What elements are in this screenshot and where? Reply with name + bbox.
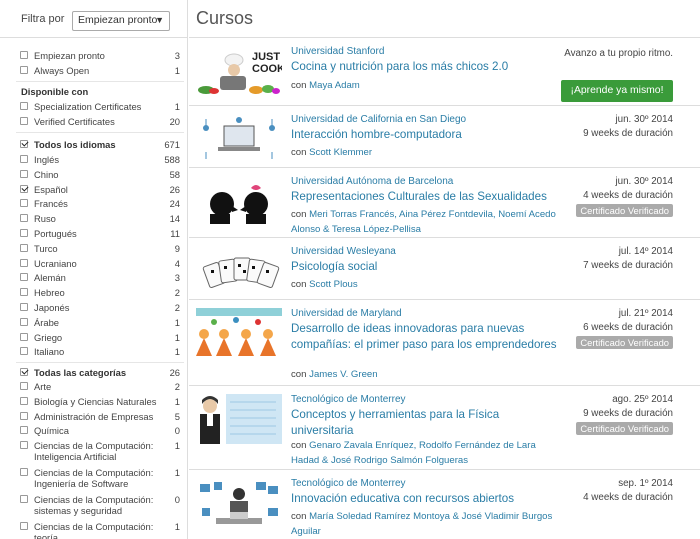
course-card-2: Universidad Autónoma de Barcelona Repres… xyxy=(189,168,700,238)
course-card-5: Tecnológico de Monterrey Conceptos y her… xyxy=(189,386,700,470)
courses-main: Cursos JUST COOK Universidad Stanford Co… xyxy=(189,0,700,539)
course-thumbnail[interactable] xyxy=(196,246,282,296)
course-instructors: con Genaro Zavala Enríquez, Rodolfo Fern… xyxy=(291,440,536,466)
course-university[interactable]: Universidad de California en San Diego xyxy=(291,114,466,125)
course-university[interactable]: Universidad Stanford xyxy=(291,46,384,57)
checkbox[interactable] xyxy=(20,117,28,125)
course-title[interactable]: Cocina y nutrición para los más chicos 2… xyxy=(291,59,561,75)
course-instructors: con Meri Torras Francés, Aina Pérez Font… xyxy=(291,209,556,235)
course-duration: 4 weeks de duración xyxy=(583,492,673,503)
course-start-date: sep. 1º 2014 xyxy=(618,478,673,489)
main-titlebar: Cursos xyxy=(189,0,700,38)
checkbox[interactable] xyxy=(20,332,28,341)
checkbox[interactable] xyxy=(20,258,28,267)
course-title[interactable]: Innovación educativa con recursos abiert… xyxy=(291,491,561,507)
course-card-0: JUST COOK Universidad Stanford Cocina y … xyxy=(189,38,700,106)
course-start-date: jun. 30º 2014 xyxy=(615,176,673,187)
checkbox[interactable] xyxy=(20,317,28,326)
course-duration: 6 weeks de duración xyxy=(583,322,673,333)
course-university[interactable]: Tecnológico de Monterrey xyxy=(291,478,406,489)
divider xyxy=(16,132,184,133)
checkbox[interactable] xyxy=(20,426,28,435)
course-duration: 9 weeks de duración xyxy=(583,408,673,419)
course-instructors: con James V. Green xyxy=(291,369,378,380)
checkbox[interactable] xyxy=(20,199,28,208)
course-thumbnail[interactable] xyxy=(196,478,282,528)
page-title: Cursos xyxy=(196,8,254,28)
checkbox[interactable] xyxy=(20,273,28,282)
course-start-date: jul. 21º 2014 xyxy=(618,308,673,319)
course-university[interactable]: Universidad Wesleyana xyxy=(291,246,396,257)
enroll-button[interactable]: ¡Aprende ya mismo! xyxy=(561,80,673,102)
course-instructors: con María Soledad Ramírez Montoya & José… xyxy=(291,511,553,537)
course-availability: Avanzo a tu propio ritmo. xyxy=(564,48,673,59)
filter-sidebar: Filtra por Empiezan pronto ▼ Empiezan pr… xyxy=(0,0,188,539)
checkbox[interactable] xyxy=(20,382,28,390)
thumb-text-just: JUST xyxy=(252,51,280,63)
course-instructors: con Scott Klemmer xyxy=(291,147,373,158)
course-thumbnail[interactable] xyxy=(196,114,282,164)
checkbox[interactable] xyxy=(20,411,28,420)
course-university[interactable]: Universidad Autónoma de Barcelona xyxy=(291,176,453,187)
checkbox[interactable] xyxy=(20,169,28,178)
divider xyxy=(16,362,184,363)
checkbox[interactable] xyxy=(20,468,28,477)
course-duration: 9 weeks de duración xyxy=(583,128,673,139)
checkbox[interactable] xyxy=(20,495,28,504)
checkbox[interactable] xyxy=(20,140,28,148)
course-start-date: jul. 14º 2014 xyxy=(618,246,673,257)
course-start-date: ago. 25º 2014 xyxy=(612,394,673,405)
course-thumbnail[interactable] xyxy=(196,308,282,358)
checkbox[interactable] xyxy=(20,184,28,193)
course-title[interactable]: Desarrollo de ideas innovadoras para nue… xyxy=(291,321,561,353)
checkbox[interactable] xyxy=(20,51,28,59)
checkbox[interactable] xyxy=(20,396,28,405)
verified-certificate-badge: Certificado Verificado xyxy=(576,336,673,349)
filter-select-value: Empiezan pronto xyxy=(78,14,158,26)
checkbox[interactable] xyxy=(20,522,28,531)
checkbox[interactable] xyxy=(20,347,28,356)
course-thumbnail[interactable] xyxy=(196,394,282,444)
filter-select[interactable]: Empiezan pronto ▼ xyxy=(72,11,170,31)
course-start-date: jun. 30º 2014 xyxy=(615,114,673,125)
checkbox[interactable] xyxy=(20,229,28,237)
course-card-4: Universidad de Maryland Desarrollo de id… xyxy=(189,300,700,386)
disponible-heading: Disponible con xyxy=(21,86,89,97)
course-duration: 4 weeks de duración xyxy=(583,190,673,201)
checkbox[interactable] xyxy=(20,441,28,450)
checkbox[interactable] xyxy=(20,66,28,74)
course-title[interactable]: Conceptos y herramientas para la Física … xyxy=(291,407,561,439)
course-title[interactable]: Psicología social xyxy=(291,259,561,275)
divider xyxy=(16,81,184,82)
checkbox[interactable] xyxy=(20,214,28,223)
course-thumbnail[interactable]: JUST COOK xyxy=(196,46,282,96)
verified-certificate-badge: Certificado Verificado xyxy=(576,422,673,435)
checkbox[interactable] xyxy=(20,303,28,311)
checkbox[interactable] xyxy=(20,288,28,297)
course-university[interactable]: Universidad de Maryland xyxy=(291,308,402,319)
checkbox[interactable] xyxy=(20,155,28,163)
course-thumbnail[interactable] xyxy=(196,176,282,226)
verified-certificate-badge: Certificado Verificado xyxy=(576,204,673,217)
course-title[interactable]: Interacción hombre-computadora xyxy=(291,127,561,143)
course-card-3: Universidad Wesleyana Psicología social … xyxy=(189,238,700,300)
checkbox[interactable] xyxy=(20,368,28,376)
checkbox[interactable] xyxy=(20,102,28,110)
course-card-1: Universidad de California en San Diego I… xyxy=(189,106,700,168)
course-title[interactable]: Representaciones Culturales de las Sexua… xyxy=(291,189,561,205)
course-instructors: con Maya Adam xyxy=(291,80,360,91)
course-university[interactable]: Tecnológico de Monterrey xyxy=(291,394,406,405)
chevron-down-icon: ▼ xyxy=(155,15,164,25)
filter-bar: Filtra por Empiezan pronto ▼ xyxy=(0,0,187,38)
course-instructors: con Scott Plous xyxy=(291,279,358,290)
thumb-text-cook: COOK xyxy=(252,63,282,75)
course-duration: 7 weeks de duración xyxy=(583,260,673,271)
checkbox[interactable] xyxy=(20,243,28,252)
course-card-6: Tecnológico de Monterrey Innovación educ… xyxy=(189,470,700,539)
filter-label: Filtra por xyxy=(21,13,65,25)
